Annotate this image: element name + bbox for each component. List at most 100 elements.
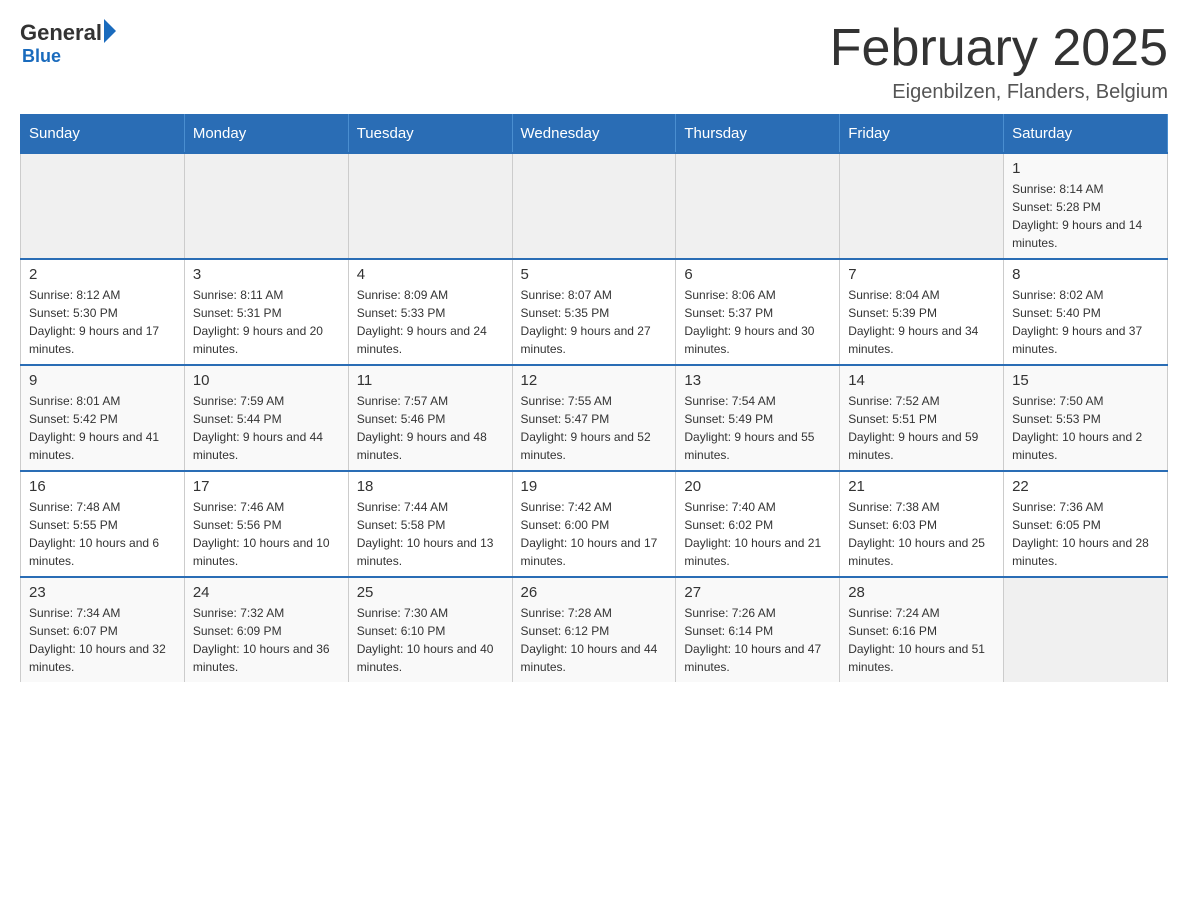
day-number: 22	[1012, 478, 1159, 495]
calendar-cell	[676, 153, 840, 259]
day-info: Sunrise: 7:40 AM Sunset: 6:02 PM Dayligh…	[684, 498, 831, 570]
weekday-header-monday: Monday	[184, 115, 348, 154]
day-info: Sunrise: 7:59 AM Sunset: 5:44 PM Dayligh…	[193, 392, 340, 464]
calendar-cell: 20 Sunrise: 7:40 AM Sunset: 6:02 PM Dayli…	[676, 471, 840, 577]
day-info: Sunrise: 7:55 AM Sunset: 5:47 PM Dayligh…	[521, 392, 668, 464]
day-number: 28	[848, 584, 995, 601]
calendar-cell: 17 Sunrise: 7:46 AM Sunset: 5:56 PM Dayli…	[184, 471, 348, 577]
day-info: Sunrise: 7:52 AM Sunset: 5:51 PM Dayligh…	[848, 392, 995, 464]
page-header: General Blue February 2025 Eigenbilzen, …	[20, 20, 1168, 104]
day-info: Sunrise: 7:24 AM Sunset: 6:16 PM Dayligh…	[848, 604, 995, 676]
calendar-cell: 9 Sunrise: 8:01 AM Sunset: 5:42 PM Daylig…	[21, 365, 185, 471]
day-number: 24	[193, 584, 340, 601]
day-info: Sunrise: 7:28 AM Sunset: 6:12 PM Dayligh…	[521, 604, 668, 676]
calendar-cell: 26 Sunrise: 7:28 AM Sunset: 6:12 PM Dayli…	[512, 577, 676, 682]
day-number: 23	[29, 584, 176, 601]
calendar-cell	[184, 153, 348, 259]
calendar-cell: 28 Sunrise: 7:24 AM Sunset: 6:16 PM Dayli…	[840, 577, 1004, 682]
day-info: Sunrise: 7:46 AM Sunset: 5:56 PM Dayligh…	[193, 498, 340, 570]
day-number: 25	[357, 584, 504, 601]
day-number: 20	[684, 478, 831, 495]
weekday-header-thursday: Thursday	[676, 115, 840, 154]
day-number: 27	[684, 584, 831, 601]
day-info: Sunrise: 8:04 AM Sunset: 5:39 PM Dayligh…	[848, 286, 995, 358]
weekday-header-tuesday: Tuesday	[348, 115, 512, 154]
day-number: 15	[1012, 372, 1159, 389]
calendar-cell: 3 Sunrise: 8:11 AM Sunset: 5:31 PM Daylig…	[184, 259, 348, 365]
day-number: 3	[193, 266, 340, 283]
calendar-cell: 10 Sunrise: 7:59 AM Sunset: 5:44 PM Dayli…	[184, 365, 348, 471]
calendar-cell: 27 Sunrise: 7:26 AM Sunset: 6:14 PM Dayli…	[676, 577, 840, 682]
calendar-cell	[348, 153, 512, 259]
calendar-cell: 12 Sunrise: 7:55 AM Sunset: 5:47 PM Dayli…	[512, 365, 676, 471]
day-number: 10	[193, 372, 340, 389]
calendar-cell: 4 Sunrise: 8:09 AM Sunset: 5:33 PM Daylig…	[348, 259, 512, 365]
calendar-cell	[1004, 577, 1168, 682]
day-info: Sunrise: 8:11 AM Sunset: 5:31 PM Dayligh…	[193, 286, 340, 358]
calendar-cell: 18 Sunrise: 7:44 AM Sunset: 5:58 PM Dayli…	[348, 471, 512, 577]
calendar-cell: 13Sunrise: 7:54 AM Sunset: 5:49 PM Dayli…	[676, 365, 840, 471]
logo-triangle-icon	[104, 19, 116, 43]
calendar-cell: 1Sunrise: 8:14 AM Sunset: 5:28 PM Daylig…	[1004, 153, 1168, 259]
day-number: 17	[193, 478, 340, 495]
logo-general: General	[20, 20, 102, 46]
calendar-cell: 2 Sunrise: 8:12 AM Sunset: 5:30 PM Daylig…	[21, 259, 185, 365]
calendar-header-row: SundayMondayTuesdayWednesdayThursdayFrid…	[21, 115, 1168, 154]
logo-blue: Blue	[22, 46, 61, 67]
day-number: 12	[521, 372, 668, 389]
day-info: Sunrise: 7:50 AM Sunset: 5:53 PM Dayligh…	[1012, 392, 1159, 464]
day-number: 26	[521, 584, 668, 601]
day-number: 11	[357, 372, 504, 389]
day-info: Sunrise: 8:06 AM Sunset: 5:37 PM Dayligh…	[684, 286, 831, 358]
calendar-cell: 8 Sunrise: 8:02 AM Sunset: 5:40 PM Daylig…	[1004, 259, 1168, 365]
weekday-header-friday: Friday	[840, 115, 1004, 154]
day-info: Sunrise: 8:07 AM Sunset: 5:35 PM Dayligh…	[521, 286, 668, 358]
weekday-header-sunday: Sunday	[21, 115, 185, 154]
calendar-cell	[512, 153, 676, 259]
day-info: Sunrise: 8:02 AM Sunset: 5:40 PM Dayligh…	[1012, 286, 1159, 358]
calendar-cell: 11Sunrise: 7:57 AM Sunset: 5:46 PM Dayli…	[348, 365, 512, 471]
calendar-cell: 23 Sunrise: 7:34 AM Sunset: 6:07 PM Dayli…	[21, 577, 185, 682]
day-number: 4	[357, 266, 504, 283]
day-number: 16	[29, 478, 176, 495]
calendar-cell: 14Sunrise: 7:52 AM Sunset: 5:51 PM Dayli…	[840, 365, 1004, 471]
calendar-cell: 22 Sunrise: 7:36 AM Sunset: 6:05 PM Dayli…	[1004, 471, 1168, 577]
day-info: Sunrise: 7:54 AM Sunset: 5:49 PM Dayligh…	[684, 392, 831, 464]
day-info: Sunrise: 8:12 AM Sunset: 5:30 PM Dayligh…	[29, 286, 176, 358]
weekday-header-saturday: Saturday	[1004, 115, 1168, 154]
day-info: Sunrise: 7:36 AM Sunset: 6:05 PM Dayligh…	[1012, 498, 1159, 570]
day-number: 19	[521, 478, 668, 495]
day-number: 6	[684, 266, 831, 283]
day-info: Sunrise: 7:34 AM Sunset: 6:07 PM Dayligh…	[29, 604, 176, 676]
day-number: 2	[29, 266, 176, 283]
calendar-cell: 7 Sunrise: 8:04 AM Sunset: 5:39 PM Daylig…	[840, 259, 1004, 365]
day-info: Sunrise: 7:42 AM Sunset: 6:00 PM Dayligh…	[521, 498, 668, 570]
day-info: Sunrise: 8:01 AM Sunset: 5:42 PM Dayligh…	[29, 392, 176, 464]
day-info: Sunrise: 7:32 AM Sunset: 6:09 PM Dayligh…	[193, 604, 340, 676]
day-info: Sunrise: 7:48 AM Sunset: 5:55 PM Dayligh…	[29, 498, 176, 570]
calendar-cell: 15 Sunrise: 7:50 AM Sunset: 5:53 PM Dayli…	[1004, 365, 1168, 471]
calendar-week-row: 9 Sunrise: 8:01 AM Sunset: 5:42 PM Daylig…	[21, 365, 1168, 471]
calendar-cell: 25 Sunrise: 7:30 AM Sunset: 6:10 PM Dayli…	[348, 577, 512, 682]
calendar-cell: 21Sunrise: 7:38 AM Sunset: 6:03 PM Dayli…	[840, 471, 1004, 577]
calendar-cell: 16 Sunrise: 7:48 AM Sunset: 5:55 PM Dayli…	[21, 471, 185, 577]
day-number: 8	[1012, 266, 1159, 283]
calendar-week-row: 2 Sunrise: 8:12 AM Sunset: 5:30 PM Daylig…	[21, 259, 1168, 365]
day-info: Sunrise: 7:26 AM Sunset: 6:14 PM Dayligh…	[684, 604, 831, 676]
day-info: Sunrise: 7:44 AM Sunset: 5:58 PM Dayligh…	[357, 498, 504, 570]
calendar-cell: 6 Sunrise: 8:06 AM Sunset: 5:37 PM Daylig…	[676, 259, 840, 365]
logo-text: General	[20, 20, 116, 46]
day-number: 18	[357, 478, 504, 495]
day-info: Sunrise: 8:14 AM Sunset: 5:28 PM Dayligh…	[1012, 180, 1159, 252]
calendar-cell: 19 Sunrise: 7:42 AM Sunset: 6:00 PM Dayli…	[512, 471, 676, 577]
day-info: Sunrise: 7:38 AM Sunset: 6:03 PM Dayligh…	[848, 498, 995, 570]
title-area: February 2025 Eigenbilzen, Flanders, Bel…	[830, 20, 1168, 104]
calendar-cell: 5Sunrise: 8:07 AM Sunset: 5:35 PM Daylig…	[512, 259, 676, 365]
month-title: February 2025	[830, 20, 1168, 77]
day-info: Sunrise: 8:09 AM Sunset: 5:33 PM Dayligh…	[357, 286, 504, 358]
calendar-cell	[21, 153, 185, 259]
day-info: Sunrise: 7:30 AM Sunset: 6:10 PM Dayligh…	[357, 604, 504, 676]
day-number: 7	[848, 266, 995, 283]
logo: General Blue	[20, 20, 116, 67]
day-number: 9	[29, 372, 176, 389]
